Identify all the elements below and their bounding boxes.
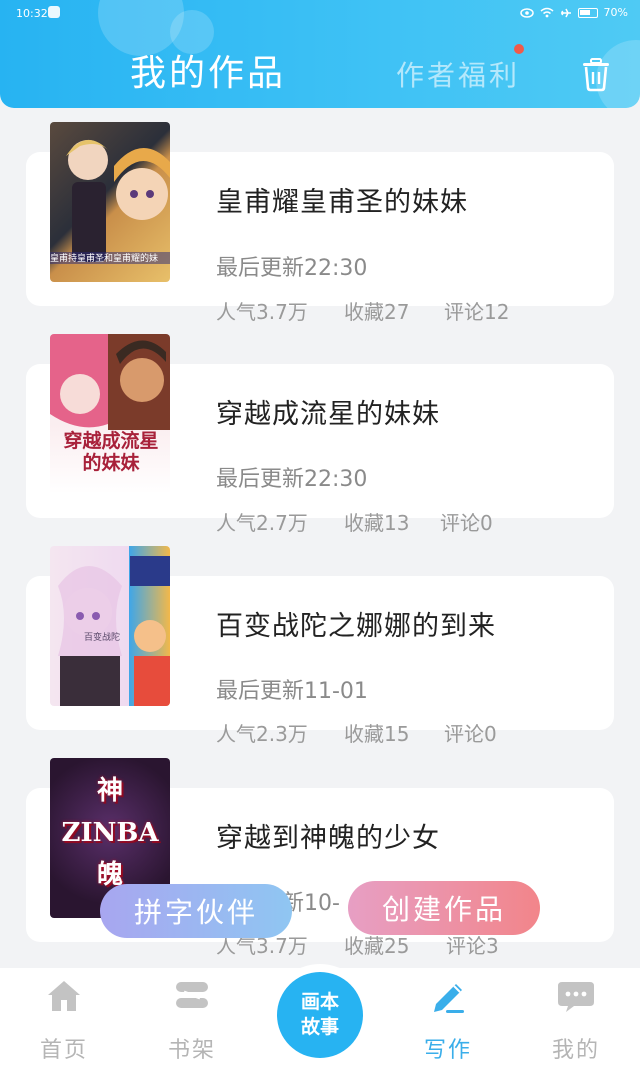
picture-story-button[interactable]: 画本 故事	[277, 972, 363, 1058]
status-time: 10:32	[16, 7, 48, 20]
nav-label-bookshelf: 书架	[167, 1038, 216, 1063]
nav-write[interactable]: 写作	[403, 978, 493, 1064]
nav-bookshelf[interactable]: 书架	[147, 978, 237, 1064]
home-icon	[48, 981, 80, 1011]
work-stats: 人气2.7万 收藏13 评论0	[216, 507, 493, 536]
work-cover-image[interactable]: 百变战陀	[50, 546, 170, 706]
work-favorites: 收藏27	[344, 300, 410, 324]
picture-story-line2: 故事	[300, 1016, 339, 1038]
cover-caption: 穿越成流星的妹妹	[63, 430, 159, 474]
wifi-icon	[540, 7, 554, 18]
work-popularity: 人气2.7万	[216, 511, 308, 535]
bookshelf-icon	[176, 982, 208, 1008]
status-indicators: 70%	[519, 6, 628, 19]
tab-author-welfare[interactable]: 作者福利	[396, 54, 520, 94]
work-popularity: 人气2.3万	[216, 722, 308, 746]
work-cover-image[interactable]: 皇甫持皇甫圣和皇甫耀的妹	[50, 122, 170, 282]
work-updated: 最后更新22:30	[216, 467, 368, 492]
airplane-icon	[560, 8, 571, 17]
work-title[interactable]: 穿越到神魄的少女	[216, 816, 440, 855]
picture-story-line1: 画本	[300, 991, 339, 1013]
nav-label-write: 写作	[423, 1038, 472, 1063]
nav-label-home: 首页	[39, 1038, 88, 1063]
work-cover-image[interactable]: 穿越成流星的妹妹	[50, 334, 170, 494]
header-bar: 10:32 70% 我的作品 作者福利	[0, 0, 640, 108]
app-notification-icon	[48, 6, 60, 18]
trash-icon[interactable]	[580, 56, 612, 92]
pen-icon	[434, 984, 464, 1013]
battery-level: 70%	[603, 6, 628, 19]
work-comments: 评论0	[444, 722, 497, 746]
cover-illustration	[58, 556, 170, 706]
cover-caption: 神 ZINBA 魄	[61, 776, 159, 890]
work-popularity: 人气3.7万	[216, 300, 308, 324]
eye-icon	[519, 7, 534, 18]
work-title[interactable]: 百变战陀之娜娜的到来	[216, 604, 496, 643]
work-comments: 评论0	[440, 511, 493, 535]
work-updated: 最后更新22:30	[216, 256, 368, 281]
status-bar: 10:32 70%	[0, 0, 640, 26]
tab-my-works[interactable]: 我的作品	[130, 44, 286, 96]
cover-caption: 百变战陀	[84, 633, 121, 643]
cover-caption: 皇甫持皇甫圣和皇甫耀的妹	[50, 254, 159, 264]
chat-icon	[558, 982, 594, 1012]
work-stats: 人气2.3万 收藏15 评论0	[216, 718, 497, 747]
work-stats: 人气3.7万 收藏27 评论12	[216, 296, 509, 325]
partner-button[interactable]: 拼字伙伴	[100, 884, 292, 938]
nav-home[interactable]: 首页	[19, 978, 109, 1064]
nav-label-mine: 我的	[551, 1038, 600, 1063]
nav-mine[interactable]: 我的	[531, 978, 621, 1064]
work-favorites: 收藏13	[344, 511, 410, 535]
work-title[interactable]: 皇甫耀皇甫圣的妹妹	[216, 180, 468, 219]
battery-icon	[577, 7, 598, 18]
work-comments: 评论12	[444, 300, 510, 324]
work-title[interactable]: 穿越成流星的妹妹	[216, 392, 440, 431]
work-updated: 最后更新11-01	[216, 679, 368, 704]
notification-dot	[514, 44, 524, 54]
create-work-button[interactable]: 创建作品	[348, 881, 540, 935]
work-favorites: 收藏15	[344, 722, 410, 746]
